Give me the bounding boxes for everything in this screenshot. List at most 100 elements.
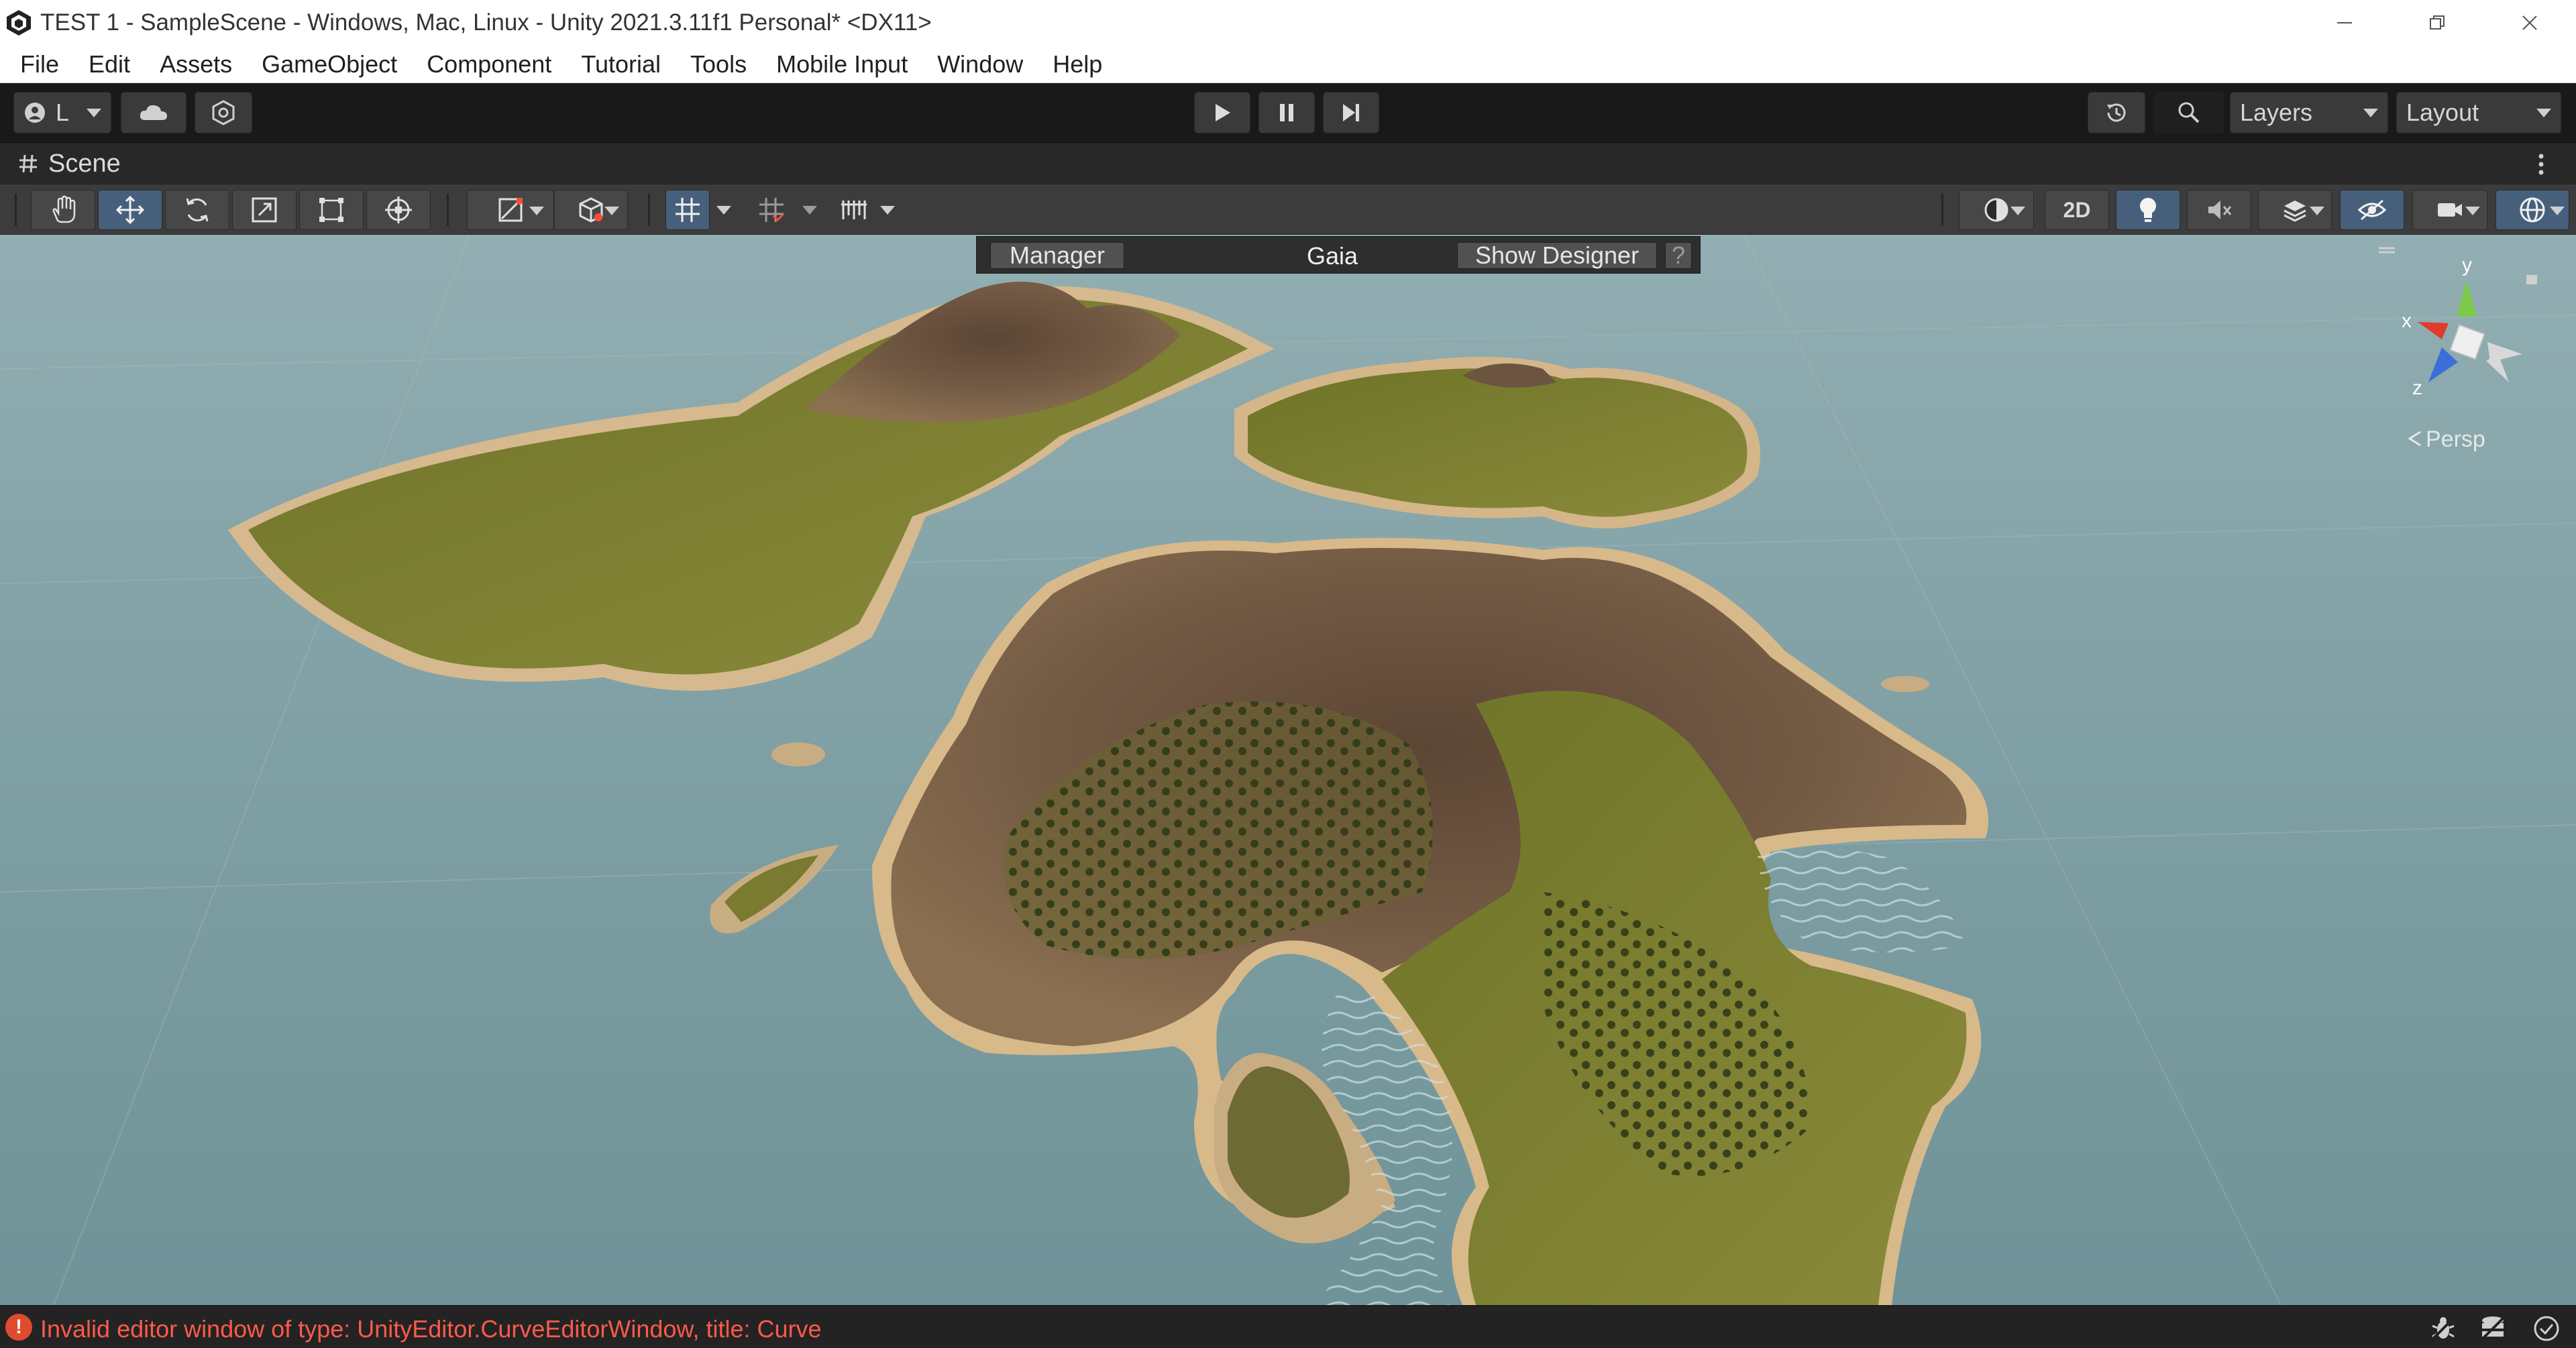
tab-scene[interactable]: Scene xyxy=(48,150,121,178)
menu-help[interactable]: Help xyxy=(1038,46,1117,83)
increment-snap-button[interactable] xyxy=(832,190,876,230)
close-icon xyxy=(2522,15,2537,30)
rotate-icon xyxy=(186,198,209,222)
cache-server-icon[interactable] xyxy=(2478,1314,2508,1343)
orientation-gizmo-axes[interactable]: y x z Persp xyxy=(2375,241,2569,463)
move-tool-button[interactable] xyxy=(98,190,162,230)
terrain-scene-view[interactable] xyxy=(0,235,2576,1305)
chevron-down-icon xyxy=(604,207,619,215)
undo-history-button[interactable] xyxy=(2088,92,2145,133)
draw-mode-button[interactable] xyxy=(1959,190,2034,230)
gaia-title: Gaia xyxy=(1306,242,1358,270)
2d-mode-button[interactable]: 2D xyxy=(2045,190,2109,230)
transform-icon xyxy=(385,196,412,223)
menu-edit[interactable]: Edit xyxy=(74,46,145,83)
menu-file[interactable]: File xyxy=(5,46,74,83)
layers-label: Layers xyxy=(2240,99,2313,126)
chevron-down-icon xyxy=(529,207,544,215)
cube-icon xyxy=(579,197,603,223)
scene-grid-icon xyxy=(19,154,37,173)
scene-tab-bar: Scene xyxy=(0,142,2576,184)
error-icon: ! xyxy=(5,1314,32,1341)
menu-bar: File Edit Assets GameObject Component Tu… xyxy=(0,46,2576,83)
layers-dropdown[interactable]: Layers xyxy=(2230,92,2388,133)
pivot-mode-button[interactable] xyxy=(554,190,628,230)
grid-options-dropdown[interactable] xyxy=(712,190,735,230)
close-window-button[interactable] xyxy=(2483,0,2576,46)
debug-bug-icon[interactable] xyxy=(2428,1314,2458,1343)
toolbar-separator xyxy=(447,194,449,226)
step-icon xyxy=(1343,104,1359,121)
gizmo-z-label: z xyxy=(2412,377,2422,399)
lighting-toggle-button[interactable] xyxy=(2116,190,2180,230)
menu-component[interactable]: Component xyxy=(412,46,566,83)
z-axis-cone[interactable] xyxy=(2428,347,2458,382)
gizmo-center-cube[interactable] xyxy=(2449,324,2485,360)
snap-grid-icon xyxy=(759,198,784,222)
scene-viewport[interactable] xyxy=(0,235,2576,1305)
hand-tool-button[interactable] xyxy=(31,190,95,230)
minimize-button[interactable] xyxy=(2298,0,2391,46)
effects-toggle-button[interactable] xyxy=(2258,190,2332,230)
camera-settings-button[interactable] xyxy=(2412,190,2487,230)
menu-assets[interactable]: Assets xyxy=(145,46,247,83)
pause-button[interactable] xyxy=(1258,92,1315,133)
menu-tools[interactable]: Tools xyxy=(676,46,761,83)
chevron-down-icon xyxy=(2310,207,2324,215)
gizmos-toggle-button[interactable] xyxy=(2496,190,2569,230)
menu-gameobject[interactable]: GameObject xyxy=(247,46,412,83)
progress-check-icon[interactable] xyxy=(2532,1314,2561,1343)
scale-tool-button[interactable] xyxy=(232,190,297,230)
hidden-eye-icon xyxy=(2357,199,2387,221)
account-dropdown[interactable]: L xyxy=(13,92,111,133)
scene-visibility-button[interactable] xyxy=(2340,190,2404,230)
toolbar-separator xyxy=(648,194,650,226)
tool-handle-icon xyxy=(498,198,523,222)
menu-mobile-input[interactable]: Mobile Input xyxy=(761,46,922,83)
pause-icon xyxy=(1280,104,1293,121)
grid-snap-button[interactable] xyxy=(467,190,554,230)
orientation-gizmo[interactable]: y x z Persp xyxy=(2375,241,2569,463)
window-title-bar: TEST 1 - SampleScene - Windows, Mac, Lin… xyxy=(0,0,2576,46)
increment-options-dropdown[interactable] xyxy=(876,190,899,230)
search-button[interactable] xyxy=(2153,92,2224,133)
main-toolbar: L Layers Layout xyxy=(0,83,2576,142)
ruler-icon xyxy=(841,201,867,219)
rotate-tool-button[interactable] xyxy=(165,190,229,230)
grid-visibility-button[interactable] xyxy=(665,190,710,230)
snap-increment-button[interactable] xyxy=(745,190,798,230)
move-icon xyxy=(115,195,145,225)
snap-options-dropdown[interactable] xyxy=(798,190,821,230)
step-button[interactable] xyxy=(1323,92,1379,133)
status-bar: ! Invalid editor window of type: UnityEd… xyxy=(0,1305,2576,1348)
play-button[interactable] xyxy=(1194,92,1250,133)
chevron-down-icon xyxy=(880,205,895,215)
gaia-help-button[interactable]: ? xyxy=(1665,241,1692,269)
gaia-manager-button[interactable]: Manager xyxy=(990,241,1124,269)
lightbulb-icon xyxy=(2140,198,2156,222)
2d-label: 2D xyxy=(2063,197,2091,222)
gizmo-y-label: y xyxy=(2462,254,2472,276)
collab-button[interactable] xyxy=(195,92,252,133)
minimize-icon xyxy=(2337,22,2352,23)
console-error-message[interactable]: Invalid editor window of type: UnityEdit… xyxy=(40,1315,822,1343)
menu-tutorial[interactable]: Tutorial xyxy=(566,46,676,83)
menu-window[interactable]: Window xyxy=(922,46,1038,83)
restore-button[interactable] xyxy=(2391,0,2483,46)
transform-tool-button[interactable] xyxy=(366,190,431,230)
x-axis-cone[interactable] xyxy=(2418,322,2449,339)
history-icon xyxy=(2107,103,2126,122)
layout-dropdown[interactable]: Layout xyxy=(2396,92,2561,133)
show-designer-button[interactable]: Show Designer xyxy=(1457,241,1657,269)
cloud-button[interactable] xyxy=(121,92,186,133)
rect-tool-button[interactable] xyxy=(299,190,364,230)
neg-z-axis-cone[interactable] xyxy=(2486,354,2509,382)
play-icon xyxy=(1216,104,1230,121)
camera-icon xyxy=(2438,203,2462,217)
unity-logo-icon xyxy=(7,10,31,36)
persp-label[interactable]: Persp xyxy=(2426,427,2485,452)
grid-icon xyxy=(676,198,700,222)
y-axis-cone[interactable] xyxy=(2457,280,2477,317)
audio-toggle-button[interactable] xyxy=(2187,190,2251,230)
more-options-icon[interactable] xyxy=(2537,152,2545,176)
